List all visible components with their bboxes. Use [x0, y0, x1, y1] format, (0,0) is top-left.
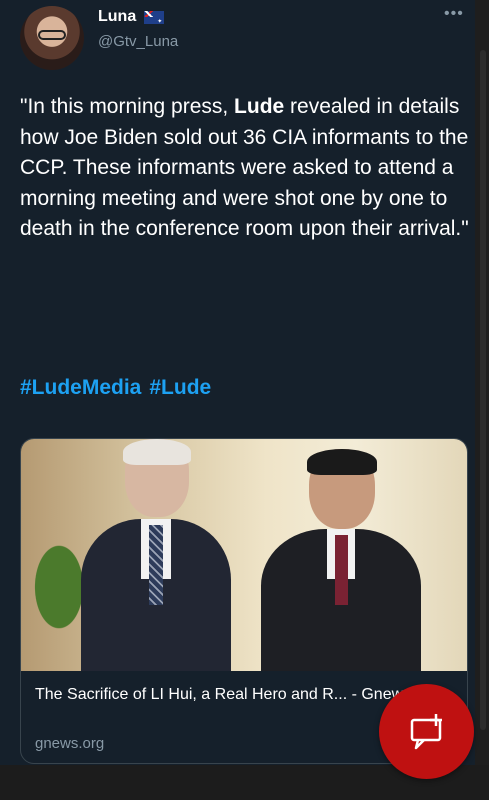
australia-flag-icon — [144, 10, 165, 25]
more-horizontal-icon[interactable]: ••• — [444, 5, 464, 23]
tweet-text-bold: Lude — [234, 95, 285, 118]
tweet-text-part1: "In this morning press, — [20, 95, 235, 118]
author-name[interactable]: Luna — [98, 8, 136, 26]
avatar[interactable] — [20, 6, 84, 70]
author-row: Luna — [98, 8, 165, 26]
avatar-glasses — [38, 30, 66, 40]
hashtags: #LudeMedia #Lude — [20, 376, 219, 400]
author-handle[interactable]: @Gtv_Luna — [98, 33, 178, 50]
share-button[interactable] — [379, 684, 474, 779]
card-image — [21, 439, 467, 671]
scrollbar-thumb[interactable] — [480, 50, 486, 730]
scrollbar[interactable] — [475, 0, 489, 765]
hashtag-ludemedia[interactable]: #LudeMedia — [20, 376, 141, 399]
person-left — [81, 439, 231, 671]
tweet[interactable]: Luna @Gtv_Luna ••• "In this morning pres… — [0, 0, 475, 765]
tweet-text: "In this morning press, Lude revealed in… — [20, 92, 470, 245]
share-icon — [410, 713, 442, 749]
person-right — [261, 449, 421, 671]
card-domain: gnews.org — [35, 735, 105, 752]
hashtag-lude[interactable]: #Lude — [149, 376, 211, 399]
